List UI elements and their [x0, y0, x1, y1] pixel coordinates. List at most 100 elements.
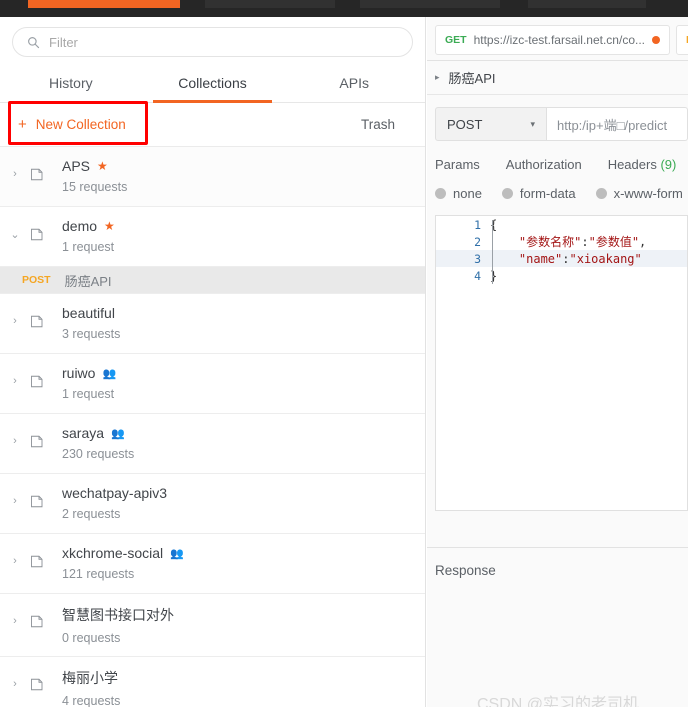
- collection-name: demo ★: [62, 218, 115, 234]
- radio-form-data[interactable]: form-data: [501, 186, 576, 201]
- collection-item-wechatpay-apiv3[interactable]: › wechatpay-apiv3 2 requests: [0, 474, 425, 534]
- collection-name: beautiful: [62, 305, 120, 321]
- chevron-right-icon[interactable]: ›: [0, 545, 30, 567]
- request-tab-bar: GET https://izc-test.farsail.net.cn/co..…: [427, 17, 688, 61]
- collection-name-text: APS: [62, 158, 91, 174]
- collection-name-text: beautiful: [62, 305, 115, 321]
- breadcrumb-label: 肠癌API: [448, 71, 496, 86]
- collection-name-text: 智慧图书接口对外: [62, 607, 174, 623]
- line-number: 4: [474, 268, 481, 283]
- breadcrumb[interactable]: ▸ 肠癌API: [427, 61, 688, 95]
- line-number: 3: [474, 251, 481, 266]
- collection-item-beautiful[interactable]: › beautiful 3 requests: [0, 294, 425, 354]
- response-label: Response: [435, 563, 496, 578]
- collection-item-智慧图书接口对外[interactable]: › 智慧图书接口对外 0 requests: [0, 594, 425, 657]
- code-line: 1{: [436, 216, 687, 233]
- collections-action-row: + New Collection Trash: [0, 101, 425, 147]
- method-select-value: POST: [447, 116, 483, 132]
- line-number: 2: [474, 234, 481, 249]
- collection-item-xkchrome-social[interactable]: › xkchrome-social 👥 121 requests: [0, 534, 425, 594]
- window-tab-3[interactable]: [360, 0, 500, 8]
- filter-container: Filter: [0, 17, 425, 61]
- folder-icon: [30, 605, 52, 634]
- collection-name: ruiwo 👥: [62, 365, 116, 381]
- collection-request-count: 15 requests: [62, 180, 128, 194]
- trash-button[interactable]: Trash: [361, 117, 395, 132]
- radio-icon: [595, 188, 607, 199]
- radio-none[interactable]: none: [435, 186, 482, 201]
- body-editor[interactable]: 1{2 "参数名称":"参数值", 3 "name":"xioakang" 4}: [435, 215, 688, 511]
- url-input[interactable]: http:/ip+端□/predict: [547, 107, 688, 141]
- tab-params[interactable]: Params: [435, 157, 480, 172]
- radio-none-label: none: [453, 186, 482, 201]
- sidebar-tabs: History Collections APIs: [0, 67, 425, 103]
- tab-apis[interactable]: APIs: [283, 67, 425, 102]
- tab-collections[interactable]: Collections: [142, 67, 284, 103]
- code-fold-guide: [492, 220, 493, 284]
- window-tab-active[interactable]: [28, 0, 180, 8]
- tab-authorization[interactable]: Authorization: [506, 157, 582, 172]
- collection-request-count: 0 requests: [62, 631, 121, 645]
- chevron-right-icon[interactable]: ›: [0, 365, 30, 387]
- collection-name: wechatpay-apiv3: [62, 485, 167, 501]
- chevron-right-icon[interactable]: ›: [0, 668, 30, 690]
- collection-item-saraya[interactable]: › saraya 👥 230 requests: [0, 414, 425, 474]
- code-text: "参数名称":"参数值",: [518, 235, 647, 249]
- collection-item-ruiwo[interactable]: › ruiwo 👥 1 request: [0, 354, 425, 414]
- collection-item-梅丽小学[interactable]: › 梅丽小学 4 requests: [0, 657, 425, 707]
- collections-list[interactable]: › APS ★ 15 requests ⌄ demo ★ 1 request POST 肠癌API…: [0, 147, 425, 707]
- window-tab-4[interactable]: [528, 0, 646, 8]
- request-name: 肠癌API: [64, 273, 112, 289]
- chevron-down-icon[interactable]: ⌄: [0, 218, 30, 241]
- collection-request-count: 2 requests: [62, 507, 121, 521]
- shared-users-icon: 👥: [111, 427, 125, 440]
- request-sub-tabs: Params Authorization Headers (9): [427, 141, 688, 172]
- line-number: 1: [474, 217, 481, 232]
- search-input[interactable]: Filter: [12, 27, 413, 57]
- radio-x-www-form-urlencoded[interactable]: x-www-form: [595, 186, 683, 201]
- collection-request-count: 1 request: [62, 240, 115, 254]
- folder-icon: [30, 668, 52, 697]
- code-line: 4}: [436, 267, 687, 284]
- response-divider: [427, 547, 688, 548]
- radio-form-data-label: form-data: [519, 186, 576, 201]
- collection-item-demo[interactable]: ⌄ demo ★ 1 request: [0, 207, 425, 267]
- folder-icon: [30, 485, 52, 514]
- sidebar: Filter History Collections APIs + New Co…: [0, 17, 426, 707]
- shared-users-icon: 👥: [102, 367, 116, 380]
- chevron-right-icon[interactable]: ›: [0, 305, 30, 327]
- folder-icon: [30, 425, 52, 454]
- request-tab-post[interactable]: POST: [676, 25, 688, 55]
- new-collection-button[interactable]: + New Collection: [0, 104, 144, 146]
- chevron-right-icon[interactable]: ›: [0, 605, 30, 627]
- request-tab-get[interactable]: GET https://izc-test.farsail.net.cn/co..…: [435, 25, 670, 55]
- new-collection-label: New Collection: [35, 117, 126, 132]
- search-placeholder: Filter: [49, 34, 78, 50]
- url-placeholder: http:/ip+端□/predict: [557, 117, 668, 133]
- chevron-right-icon[interactable]: ›: [0, 485, 30, 507]
- method-select[interactable]: POST ▾: [435, 107, 547, 141]
- postman-window: Filter History Collections APIs + New Co…: [0, 0, 688, 707]
- collection-name-text: wechatpay-apiv3: [62, 485, 168, 501]
- code-line: 2 "参数名称":"参数值",: [436, 233, 687, 250]
- code-text: "name":"xioakang": [518, 251, 642, 266]
- chevron-right-icon[interactable]: ›: [0, 158, 30, 180]
- collection-name: 梅丽小学: [62, 668, 120, 688]
- tab-headers[interactable]: Headers (9): [608, 157, 677, 172]
- radio-x-www-form-label: x-www-form: [613, 186, 683, 201]
- window-tab-2[interactable]: [205, 0, 335, 8]
- search-icon: [27, 36, 40, 49]
- collection-request-count: 230 requests: [62, 447, 135, 461]
- chevron-right-icon[interactable]: ›: [0, 425, 30, 447]
- collection-name-text: ruiwo: [62, 365, 96, 381]
- request-list-item[interactable]: POST 肠癌API: [0, 267, 425, 294]
- collection-name-text: demo: [62, 218, 98, 234]
- tab-history[interactable]: History: [0, 67, 142, 102]
- collection-request-count: 4 requests: [62, 694, 121, 707]
- watermark: CSDN @实习的老司机: [477, 696, 640, 707]
- tab-headers-label: Headers: [607, 157, 657, 172]
- collection-name-text: xkchrome-social: [62, 545, 164, 561]
- chevron-down-icon: ▾: [530, 118, 535, 129]
- collection-item-APS[interactable]: › APS ★ 15 requests: [0, 147, 425, 207]
- request-tab-url: https://izc-test.farsail.net.cn/co...: [473, 33, 645, 47]
